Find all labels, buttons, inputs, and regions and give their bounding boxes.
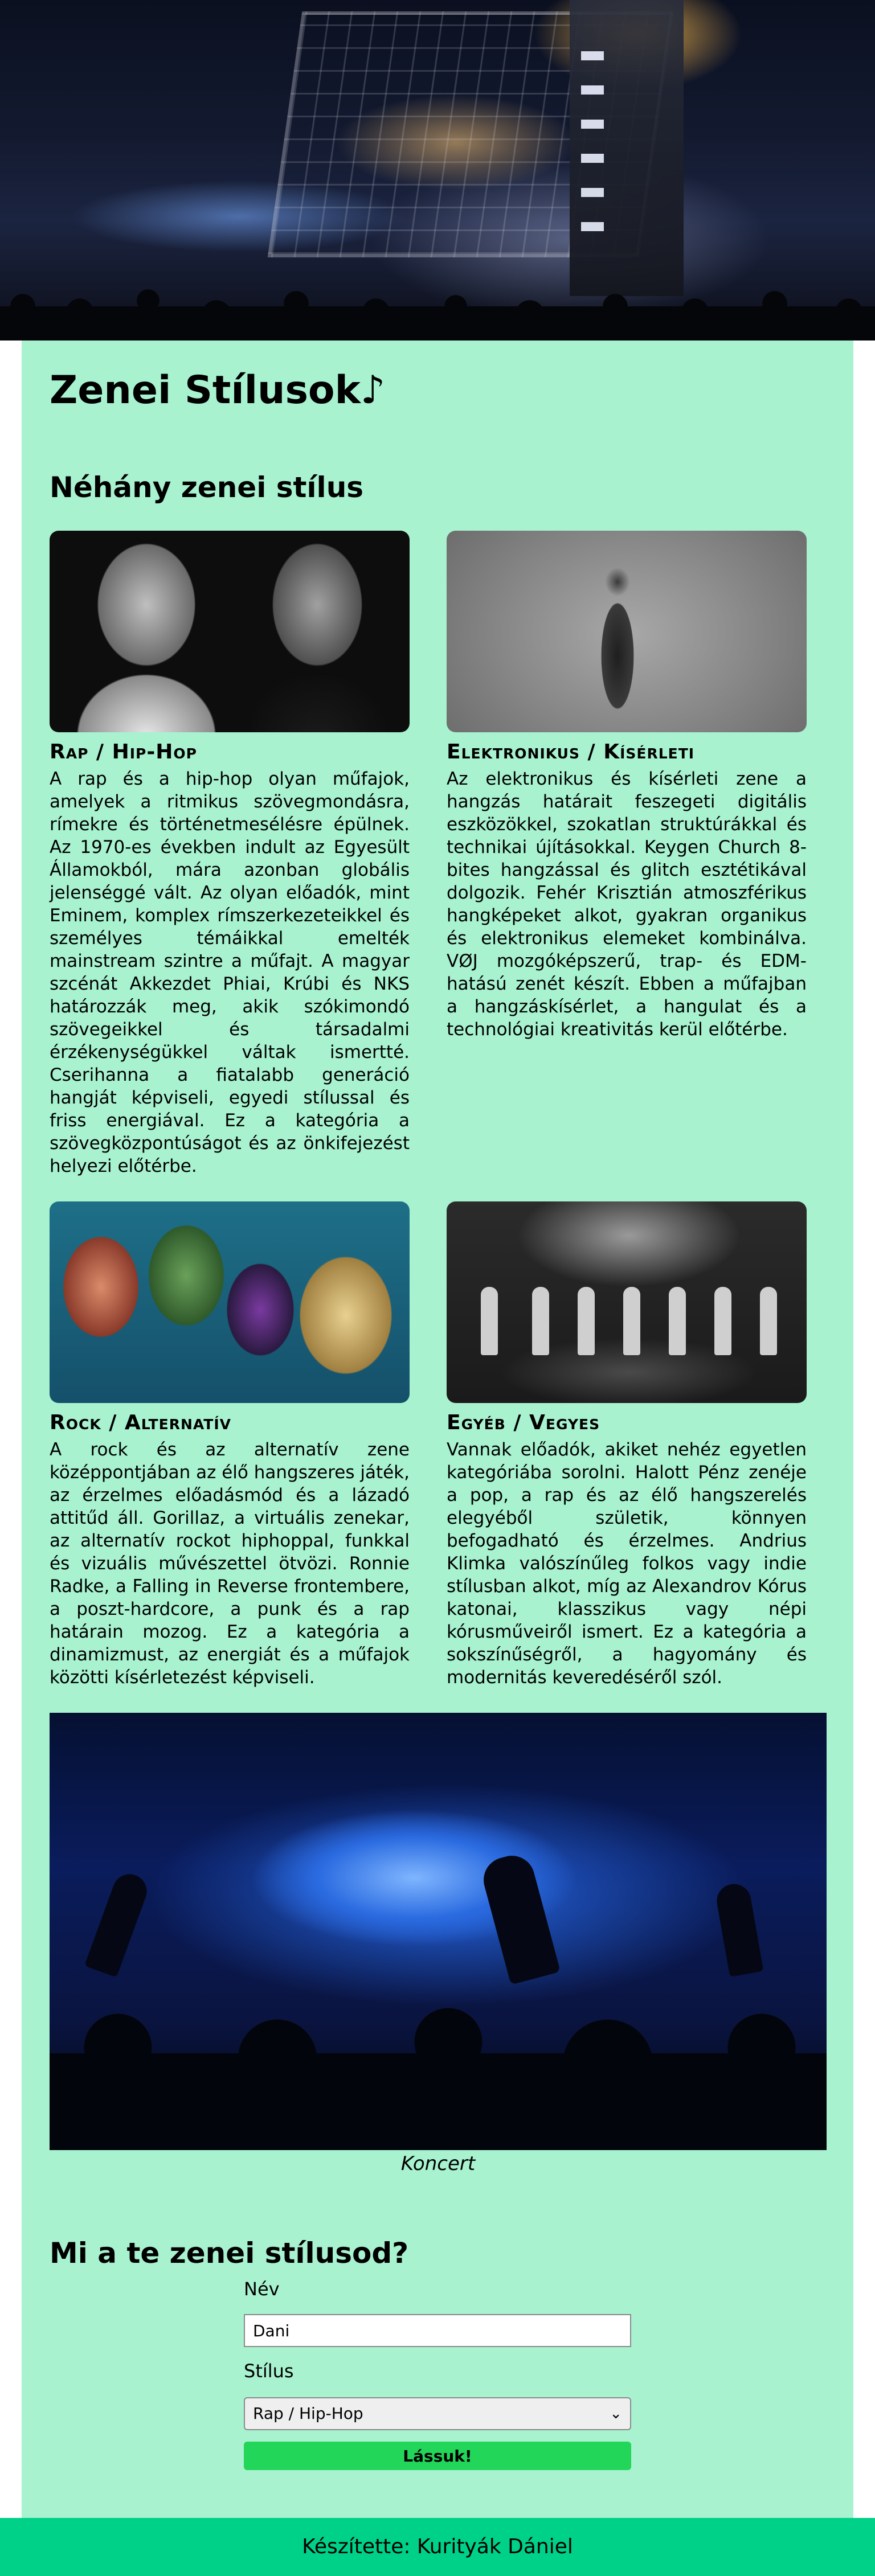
rock-band-image bbox=[50, 1201, 410, 1403]
chevron-down-icon: ⌄ bbox=[610, 2405, 622, 2422]
image-caption: Koncert bbox=[400, 2152, 476, 2175]
card-text: Az elektronikus és kísérleti zene a hang… bbox=[447, 769, 807, 1040]
name-input[interactable] bbox=[244, 2314, 631, 2347]
style-card-egyeb: Egyéb / Vegyes Vannak előadók, akiket ne… bbox=[447, 1201, 807, 1689]
card-text: Vannak előadók, akiket nehéz egyetlen ka… bbox=[447, 1439, 807, 1688]
section-title: Néhány zenei stílus bbox=[50, 471, 364, 504]
music-note-icon: ♪ bbox=[360, 368, 386, 413]
card-text: A rock és az alternatív zene középpontjá… bbox=[50, 1439, 410, 1688]
electronic-artist-image bbox=[447, 531, 807, 732]
card-text: A rap és a hip-hop olyan műfajok, amelye… bbox=[50, 769, 410, 1176]
crowd-silhouette bbox=[0, 266, 875, 341]
style-select[interactable]: Rap / Hip-Hop ⌄ bbox=[244, 2397, 631, 2430]
choir-stage-image bbox=[447, 1201, 807, 1403]
style-select-value: Rap / Hip-Hop bbox=[253, 2404, 363, 2423]
name-label: Név bbox=[244, 2278, 280, 2300]
form-title: Mi a te zenei stílusod? bbox=[50, 2237, 409, 2270]
style-card-rock: Rock / Alternatív A rock és az alternatí… bbox=[50, 1201, 410, 1689]
concert-image bbox=[50, 1713, 827, 2150]
card-title: Rock / Alternatív bbox=[50, 1411, 231, 1434]
style-card-rap: Rap / Hip-Hop A rap és a hip-hop olyan m… bbox=[50, 531, 410, 1178]
light-tower bbox=[570, 0, 684, 296]
style-card-elektronikus: Elektronikus / Kísérleti Az elektronikus… bbox=[447, 531, 807, 1041]
footer: Készítette: Kurityák Dániel bbox=[0, 2518, 875, 2576]
page-title: Zenei Stílusok♪ bbox=[50, 368, 386, 413]
card-title: Elektronikus / Kísérleti bbox=[447, 740, 695, 764]
main-content: Zenei Stílusok♪ Néhány zenei stílus Rap … bbox=[22, 341, 853, 2518]
submit-button[interactable]: Lássuk! bbox=[244, 2442, 631, 2470]
rap-artists-image bbox=[50, 531, 410, 732]
style-label: Stílus bbox=[244, 2360, 294, 2382]
footer-credit: Készítette: Kurityák Dániel bbox=[302, 2535, 573, 2558]
card-title: Egyéb / Vegyes bbox=[447, 1411, 600, 1434]
crowd-silhouette bbox=[50, 1979, 827, 2150]
hero-concert-image bbox=[0, 0, 875, 341]
card-title: Rap / Hip-Hop bbox=[50, 740, 198, 764]
